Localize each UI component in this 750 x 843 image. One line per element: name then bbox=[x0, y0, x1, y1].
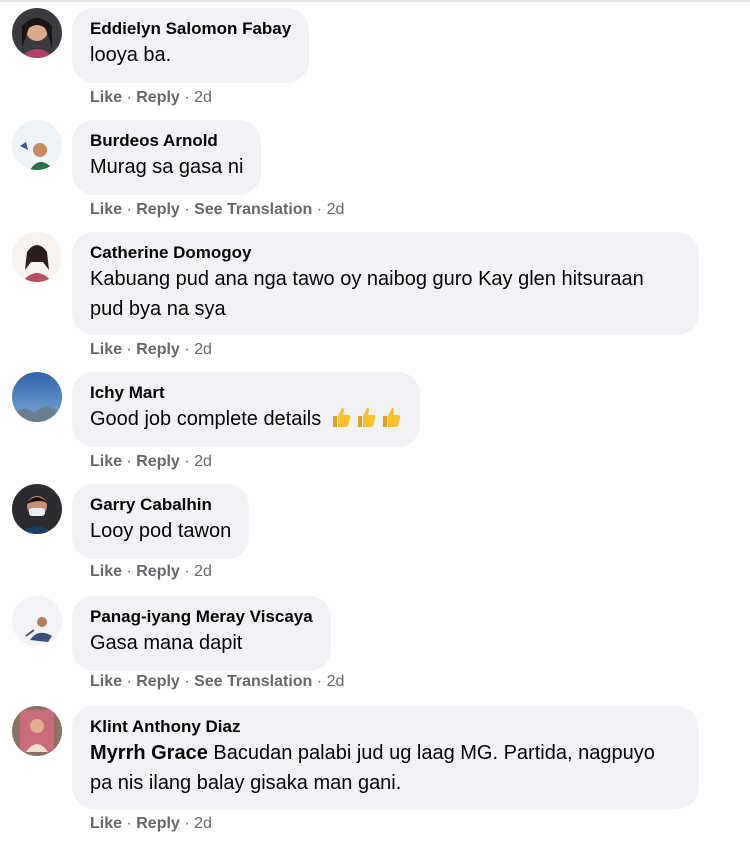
like-link[interactable]: Like bbox=[90, 89, 122, 106]
comment-text: Kabuang pud ana nga tawo oy naibog guro … bbox=[90, 268, 650, 320]
comment-author[interactable]: Garry Cabalhin bbox=[90, 494, 231, 516]
top-divider bbox=[0, 0, 750, 2]
reply-link[interactable]: Reply bbox=[136, 815, 180, 832]
separator: · bbox=[126, 673, 132, 690]
avatar[interactable] bbox=[12, 596, 62, 646]
comment-author[interactable]: Catherine Domogoy bbox=[90, 242, 681, 264]
reply-link[interactable]: Reply bbox=[136, 673, 180, 690]
avatar[interactable] bbox=[12, 484, 62, 534]
comment-text: Murag sa gasa ni bbox=[90, 156, 244, 178]
comment-author[interactable]: Klint Anthony Diaz bbox=[90, 716, 681, 738]
comment-bubble: Catherine Domogoy Kabuang pud ana nga ta… bbox=[72, 232, 699, 335]
comment-bubble: Ichy Mart Good job complete details bbox=[72, 372, 420, 447]
thumbs-up-emoji bbox=[327, 407, 402, 430]
thumbs-up-icon bbox=[382, 407, 401, 427]
reply-link[interactable]: Reply bbox=[136, 453, 180, 470]
comment-text: Gasa mana dapit bbox=[90, 632, 243, 654]
comment-actions: Like · Reply · 2d bbox=[90, 340, 212, 360]
separator: · bbox=[126, 563, 132, 580]
see-translation-link[interactable]: See Translation bbox=[194, 673, 312, 690]
thumbs-up-icon bbox=[332, 407, 351, 427]
separator: · bbox=[126, 201, 132, 218]
comment-text-content: Good job complete details bbox=[90, 408, 322, 430]
timestamp[interactable]: 2d bbox=[327, 673, 345, 690]
avatar[interactable] bbox=[12, 8, 62, 58]
comment-bubble: Panag-iyang Meray Viscaya Gasa mana dapi… bbox=[72, 596, 331, 671]
separator: · bbox=[184, 89, 190, 106]
separator: · bbox=[184, 673, 190, 690]
timestamp[interactable]: 2d bbox=[194, 815, 212, 832]
comment-author[interactable]: Panag-iyang Meray Viscaya bbox=[90, 606, 313, 628]
separator: · bbox=[184, 201, 190, 218]
comment-actions: Like · Reply · 2d bbox=[90, 814, 212, 834]
timestamp[interactable]: 2d bbox=[194, 563, 212, 580]
separator: · bbox=[184, 453, 190, 470]
separator: · bbox=[126, 453, 132, 470]
avatar[interactable] bbox=[12, 706, 62, 756]
see-translation-link[interactable]: See Translation bbox=[194, 201, 312, 218]
comment-text: Good job complete details bbox=[90, 404, 402, 434]
reply-link[interactable]: Reply bbox=[136, 89, 180, 106]
like-link[interactable]: Like bbox=[90, 563, 122, 580]
timestamp[interactable]: 2d bbox=[194, 89, 212, 106]
separator: · bbox=[184, 815, 190, 832]
comment-bubble: Klint Anthony Diaz Myrrh Grace Bacudan p… bbox=[72, 706, 699, 809]
mention-link[interactable]: Myrrh Grace bbox=[90, 742, 208, 764]
separator: · bbox=[184, 341, 190, 358]
comment-bubble: Burdeos Arnold Murag sa gasa ni bbox=[72, 120, 262, 195]
comment-author[interactable]: Ichy Mart bbox=[90, 382, 402, 404]
thumbs-up-icon bbox=[357, 407, 376, 427]
like-link[interactable]: Like bbox=[90, 453, 122, 470]
timestamp[interactable]: 2d bbox=[327, 201, 345, 218]
like-link[interactable]: Like bbox=[90, 815, 122, 832]
separator: · bbox=[316, 673, 323, 690]
comment-text: Myrrh Grace Bacudan palabi jud ug laag M… bbox=[90, 738, 681, 798]
avatar[interactable] bbox=[12, 232, 62, 282]
separator: · bbox=[126, 89, 132, 106]
comment-text: Looy pod tawon bbox=[90, 520, 232, 542]
comment-text: looya ba. bbox=[90, 44, 172, 66]
timestamp[interactable]: 2d bbox=[194, 341, 212, 358]
separator: · bbox=[316, 201, 323, 218]
reply-link[interactable]: Reply bbox=[136, 341, 180, 358]
separator: · bbox=[184, 563, 190, 580]
reply-link[interactable]: Reply bbox=[136, 563, 180, 580]
comment-actions: Like · Reply · See Translation · 2d bbox=[90, 200, 344, 220]
like-link[interactable]: Like bbox=[90, 201, 122, 218]
like-link[interactable]: Like bbox=[90, 673, 122, 690]
comment-bubble: Garry Cabalhin Looy pod tawon bbox=[72, 484, 250, 559]
comment-actions: Like · Reply · See Translation · 2d bbox=[90, 672, 344, 692]
avatar[interactable] bbox=[12, 372, 62, 422]
comment-author[interactable]: Burdeos Arnold bbox=[90, 130, 243, 152]
reply-link[interactable]: Reply bbox=[136, 201, 180, 218]
comment-actions: Like · Reply · 2d bbox=[90, 562, 212, 582]
comment-bubble: Eddielyn Salomon Fabay looya ba. bbox=[72, 8, 310, 83]
comment-actions: Like · Reply · 2d bbox=[90, 88, 212, 108]
separator: · bbox=[126, 815, 132, 832]
comment-author[interactable]: Eddielyn Salomon Fabay bbox=[90, 18, 291, 40]
like-link[interactable]: Like bbox=[90, 341, 122, 358]
separator: · bbox=[126, 341, 132, 358]
timestamp[interactable]: 2d bbox=[194, 453, 212, 470]
avatar[interactable] bbox=[12, 120, 62, 170]
comment-actions: Like · Reply · 2d bbox=[90, 452, 212, 472]
